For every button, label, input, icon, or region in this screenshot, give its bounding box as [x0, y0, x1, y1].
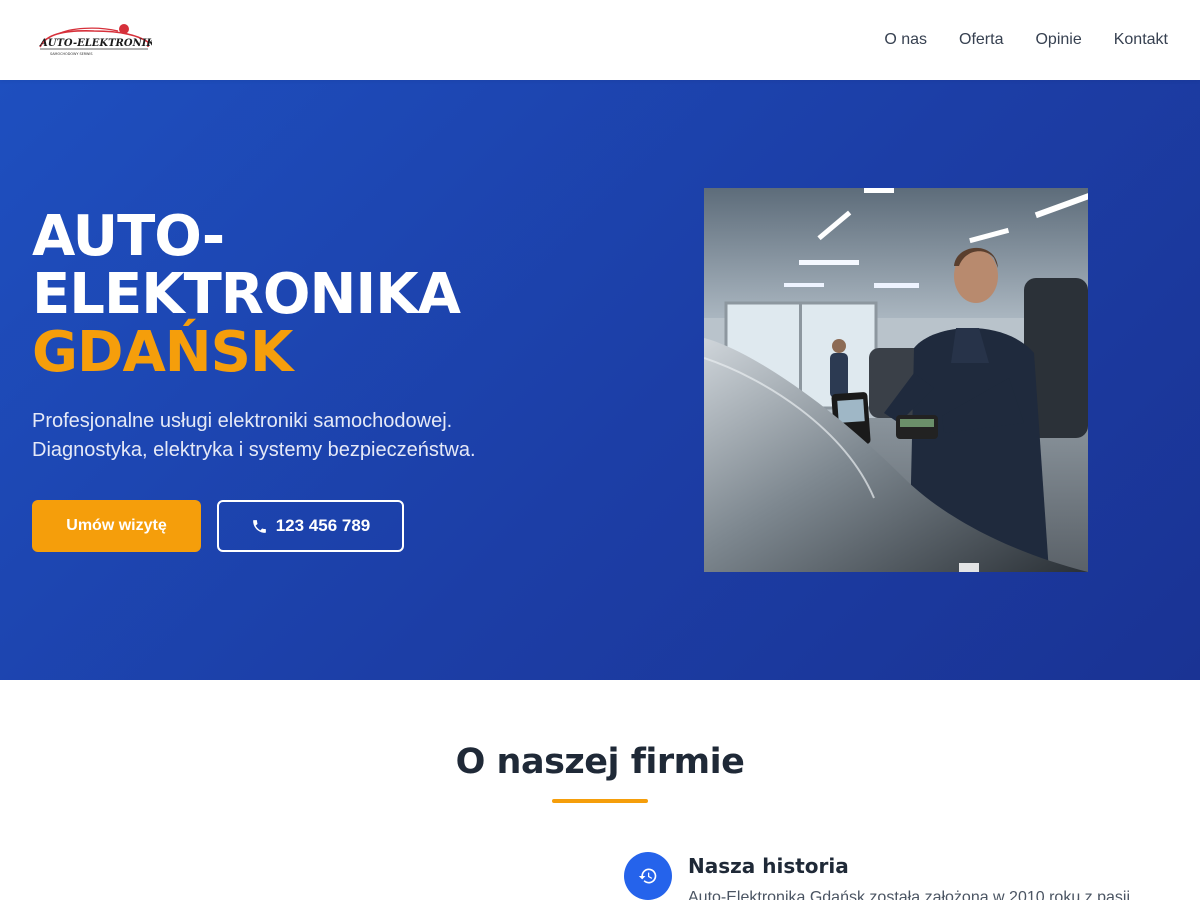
- phone-button[interactable]: 123 456 789: [217, 500, 404, 552]
- hero-title-line2: ELEKTRONIKA: [32, 262, 461, 327]
- main-nav: O nas Oferta Opinie Kontakt: [884, 31, 1168, 49]
- phone-icon: [252, 519, 266, 533]
- hero-image: [704, 188, 1088, 572]
- hero-text: AUTO- ELEKTRONIKA GDAŃSK Profesjonalne u…: [32, 208, 592, 465]
- about-title: O naszej firmie: [455, 742, 745, 782]
- history-title: Nasza historia: [688, 854, 849, 878]
- phone-number: 123 456 789: [275, 516, 371, 535]
- logo[interactable]: AUTO-ELEKTRONIKA SAMOCHODOWY SERWIS: [36, 22, 152, 58]
- logo-brand-text: AUTO-ELEKTRONIKA: [39, 38, 152, 49]
- nav-item-opinie[interactable]: Opinie: [1035, 31, 1081, 49]
- logo-tagline-text: SAMOCHODOWY SERWIS: [50, 52, 93, 56]
- history-icon-badge: [624, 852, 672, 900]
- hero-title: AUTO- ELEKTRONIKA GDAŃSK: [32, 208, 592, 382]
- hero-title-accent: GDAŃSK: [32, 320, 293, 385]
- hero-actions: Umów wizytę 123 456 789: [32, 500, 404, 552]
- nav-item-o-nas[interactable]: O nas: [884, 31, 927, 49]
- nav-item-oferta[interactable]: Oferta: [959, 31, 1003, 49]
- book-visit-button[interactable]: Umów wizytę: [32, 500, 201, 552]
- about-title-underline: [552, 799, 648, 803]
- history-icon: [638, 868, 657, 884]
- mechanic-photo: [704, 188, 1088, 572]
- logo-image: AUTO-ELEKTRONIKA SAMOCHODOWY SERWIS: [39, 24, 152, 56]
- site-header: AUTO-ELEKTRONIKA SAMOCHODOWY SERWIS O na…: [0, 0, 1200, 80]
- hero-subtitle: Profesjonalne usługi elektroniki samocho…: [32, 410, 476, 461]
- history-text: Auto-Elektronika Gdańsk została założona…: [688, 889, 1131, 900]
- hero-title-line1: AUTO-: [32, 204, 225, 269]
- hero-section: AUTO- ELEKTRONIKA GDAŃSK Profesjonalne u…: [0, 80, 1200, 680]
- nav-item-kontakt[interactable]: Kontakt: [1114, 31, 1168, 49]
